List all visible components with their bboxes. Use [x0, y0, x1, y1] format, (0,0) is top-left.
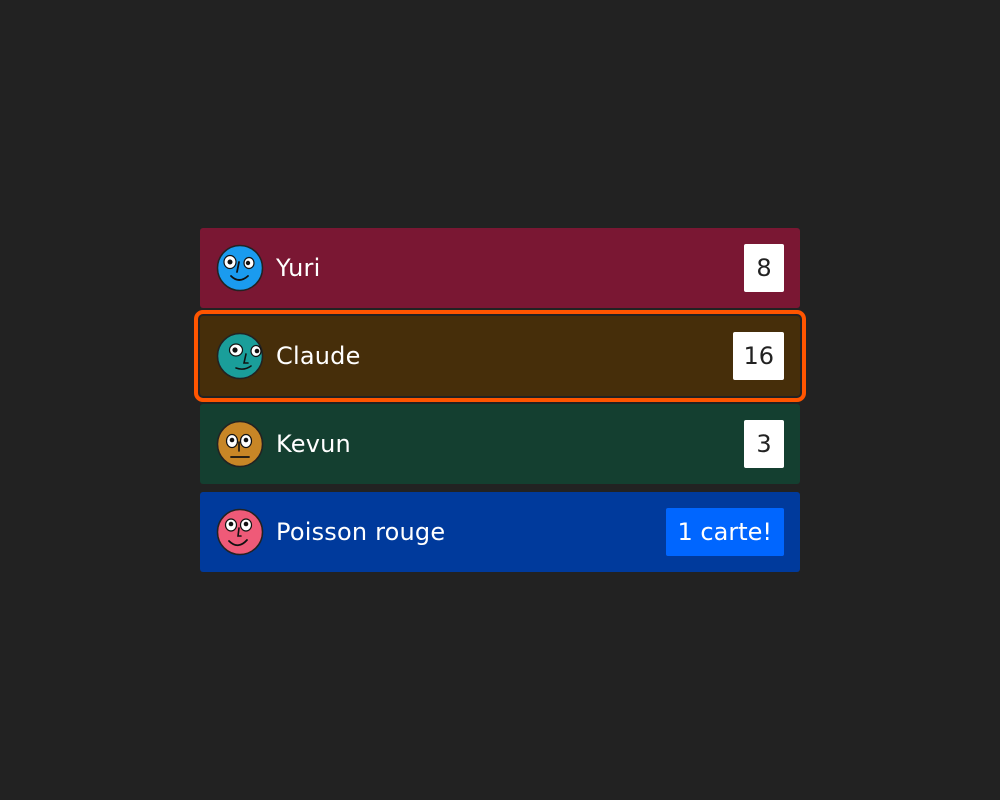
player-list: Yuri 8 Claude 16 Kevun 3 Poisson rouge 1… — [194, 228, 806, 580]
face-avatar-icon — [216, 244, 264, 292]
face-avatar-icon — [216, 508, 264, 556]
face-avatar-icon — [216, 332, 264, 380]
player-row-poisson-rouge[interactable]: Poisson rouge 1 carte! — [200, 492, 800, 572]
card-count-badge: 8 — [744, 244, 784, 292]
player-name: Yuri — [276, 254, 321, 282]
card-count-badge: 16 — [733, 332, 784, 380]
last-card-alert-badge: 1 carte! — [665, 508, 784, 556]
card-count-badge: 3 — [744, 420, 784, 468]
player-row-kevun[interactable]: Kevun 3 — [200, 404, 800, 484]
player-row-yuri[interactable]: Yuri 8 — [200, 228, 800, 308]
player-name: Poisson rouge — [276, 518, 446, 546]
player-row-claude[interactable]: Claude 16 — [194, 310, 806, 402]
player-name: Kevun — [276, 430, 351, 458]
face-avatar-icon — [216, 420, 264, 468]
player-name: Claude — [276, 342, 361, 370]
